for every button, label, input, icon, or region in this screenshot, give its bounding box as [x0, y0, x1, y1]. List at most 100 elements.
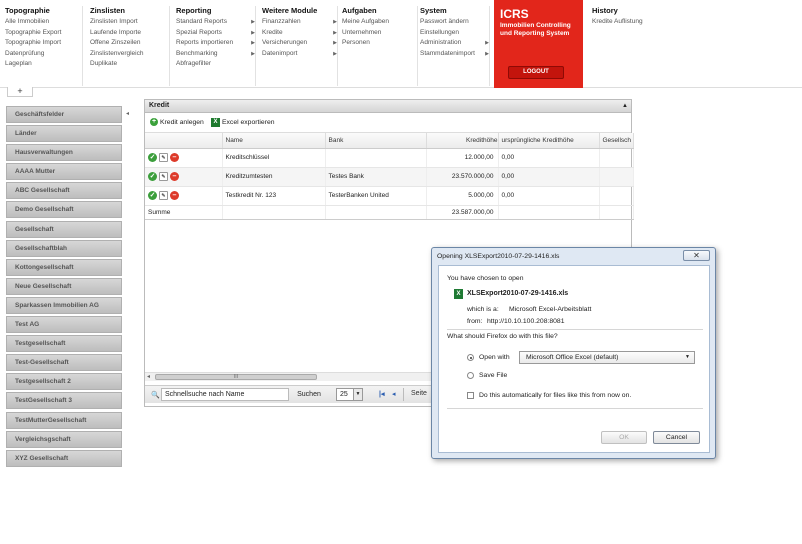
table-row[interactable]: ✓ ✎ – Kreditschlüssel 12.000,00 0,00 [145, 148, 634, 168]
column-header[interactable]: Name [222, 133, 326, 149]
application-select[interactable]: Microsoft Office Excel (default) ▼ [519, 351, 695, 364]
nav-item[interactable]: Einstellungen [420, 28, 489, 39]
sidebar-item[interactable]: Testgesellschaft 2 [6, 373, 122, 391]
sidebar-item[interactable]: Gesellschaftblah [6, 239, 122, 257]
add-tab-button[interactable]: + [7, 87, 33, 97]
sidebar-item[interactable]: XYZ Gesellschaft [6, 449, 122, 467]
nav-item[interactable]: Topographie Import [5, 38, 82, 49]
sidebar-item[interactable]: Test AG [6, 316, 122, 334]
check-icon[interactable]: ✓ [148, 172, 157, 181]
nav-heading[interactable]: System [420, 6, 489, 17]
delete-icon[interactable]: – [170, 172, 179, 181]
column-header[interactable]: Kredithöhe [426, 133, 499, 149]
nav-item[interactable]: Duplikate [90, 59, 169, 70]
sidebar-item[interactable]: Demo Gesellschaft [6, 201, 122, 219]
column-header[interactable]: ursprüngliche Kredithöhe [498, 133, 600, 149]
collapse-panel-icon[interactable]: ▲ [622, 100, 628, 112]
save-file-label[interactable]: Save File [479, 372, 507, 379]
sidebar-item[interactable]: TestMutterGesellschaft [6, 411, 122, 429]
edit-icon[interactable]: ✎ [159, 191, 168, 200]
nav-heading[interactable]: Zinslisten [90, 6, 169, 17]
nav-item[interactable]: Administration ▶ [420, 38, 489, 49]
sidebar-item[interactable]: Gesellschaft [6, 220, 122, 238]
nav-item[interactable]: Personen [342, 38, 417, 49]
column-header[interactable]: Bank [325, 133, 427, 149]
sidebar-item[interactable]: Länder [6, 125, 122, 143]
nav-item[interactable]: Standard Reports ▶ [176, 17, 255, 28]
auto-checkbox[interactable] [467, 392, 474, 399]
nav-item[interactable]: Datenprüfung [5, 49, 82, 60]
collapse-sidebar-icon[interactable]: ◂ [126, 110, 129, 117]
nav-heading[interactable]: Topographie [5, 6, 82, 17]
auto-label[interactable]: Do this automatically for files like thi… [479, 392, 631, 399]
scroll-thumb[interactable]: III [155, 374, 317, 380]
nav-item[interactable]: Reports importieren ▶ [176, 38, 255, 49]
sidebar-item[interactable]: ABC Gesellschaft [6, 182, 122, 200]
delete-icon[interactable]: – [170, 153, 179, 162]
nav-item[interactable]: Kredite Auflistung [592, 17, 662, 28]
table-row[interactable]: ✓ ✎ – Testkredit Nr. 123 TesterBanken United… [145, 186, 634, 206]
save-file-radio[interactable] [467, 372, 474, 379]
sidebar-item[interactable]: TestGesellschaft 3 [6, 392, 122, 410]
excel-icon: X [211, 118, 220, 127]
sidebar-item[interactable]: Test-Gesellschaft [6, 354, 122, 372]
nav-heading[interactable]: Aufgaben [342, 6, 417, 17]
nav-item[interactable]: Passwort ändern [420, 17, 489, 28]
sidebar-item[interactable]: Sparkassen Immobilien AG [6, 296, 122, 314]
quick-search-input[interactable]: Schnellsuche nach Name [161, 388, 289, 401]
table-row[interactable]: ✓ ✎ – Kreditzumtesten Testes Bank 23.570.000,… [145, 167, 634, 187]
submenu-arrow-icon: ▶ [251, 19, 255, 25]
export-excel-button[interactable]: X Excel exportieren [211, 118, 275, 127]
nav-item[interactable]: Stammdatenimport ▶ [420, 49, 489, 60]
nav-item[interactable]: Zinslisten Import [90, 17, 169, 28]
sidebar-item[interactable]: Neue Gesellschaft [6, 277, 122, 295]
prev-page-icon[interactable]: ◂ [392, 390, 396, 398]
sidebar-item[interactable]: Testgesellschaft [6, 335, 122, 353]
sidebar-item[interactable]: AAAA Mutter [6, 163, 122, 181]
sum-empty [222, 205, 326, 220]
ok-button[interactable]: OK [601, 431, 647, 444]
nav-item[interactable]: Offene Zinszeilen [90, 38, 169, 49]
check-icon[interactable]: ✓ [148, 191, 157, 200]
nav-item[interactable]: Datenimport ▶ [262, 49, 337, 60]
nav-item[interactable]: Lageplan [5, 59, 82, 70]
edit-icon[interactable]: ✎ [159, 153, 168, 162]
logout-button[interactable]: LOGOUT [508, 66, 564, 79]
nav-item[interactable]: Alle Immobilien [5, 17, 82, 28]
nav-item[interactable]: Laufende Importe [90, 28, 169, 39]
scroll-left-icon[interactable]: ◂ [147, 373, 150, 380]
nav-column: Zinslisten Zinslisten Import Laufende Impo… [90, 6, 170, 86]
nav-item[interactable]: Versicherungen ▶ [262, 38, 337, 49]
nav-item[interactable]: Unternehmen [342, 28, 417, 39]
nav-item[interactable]: Abfragefilter [176, 59, 255, 70]
sidebar-item[interactable]: Hausverwaltungen [6, 144, 122, 162]
nav-item[interactable]: Finanzzahlen ▶ [262, 17, 337, 28]
edit-icon[interactable]: ✎ [159, 172, 168, 181]
cell-original-amount: 0,00 [498, 186, 600, 206]
nav-item[interactable]: Kredite ▶ [262, 28, 337, 39]
cancel-button[interactable]: Cancel [653, 431, 700, 444]
nav-item[interactable]: Meine Aufgaben [342, 17, 417, 28]
column-header[interactable] [145, 133, 223, 149]
nav-heading[interactable]: Reporting [176, 6, 255, 17]
sidebar-item[interactable]: Kottongesellschaft [6, 258, 122, 276]
first-page-icon[interactable]: |◂ [379, 390, 384, 398]
nav-item[interactable]: Topographie Export [5, 28, 82, 39]
sidebar-item[interactable]: Geschäftsfelder [6, 106, 122, 123]
nav-heading[interactable]: Weitere Module [262, 6, 337, 17]
add-kredit-button[interactable]: + Kredit anlegen [150, 118, 204, 126]
nav-heading[interactable]: History [592, 6, 662, 17]
open-with-label[interactable]: Open with [479, 354, 510, 361]
page-size-select[interactable]: 25 ▼ [336, 388, 363, 401]
delete-icon[interactable]: – [170, 191, 179, 200]
check-icon[interactable]: ✓ [148, 153, 157, 162]
search-button[interactable]: Suchen [292, 388, 326, 401]
nav-item[interactable]: Benchmarking ▶ [176, 49, 255, 60]
close-button[interactable]: ✕ [683, 250, 710, 261]
sidebar-item[interactable]: Vergleichsgschaft [6, 430, 122, 448]
nav-item[interactable]: Spezial Reports ▶ [176, 28, 255, 39]
column-header[interactable]: Gesellsch [599, 133, 634, 149]
open-with-radio[interactable] [467, 354, 474, 361]
nav-item[interactable]: Zinslistenvergleich [90, 49, 169, 60]
nav-item-label: Benchmarking [176, 49, 218, 57]
